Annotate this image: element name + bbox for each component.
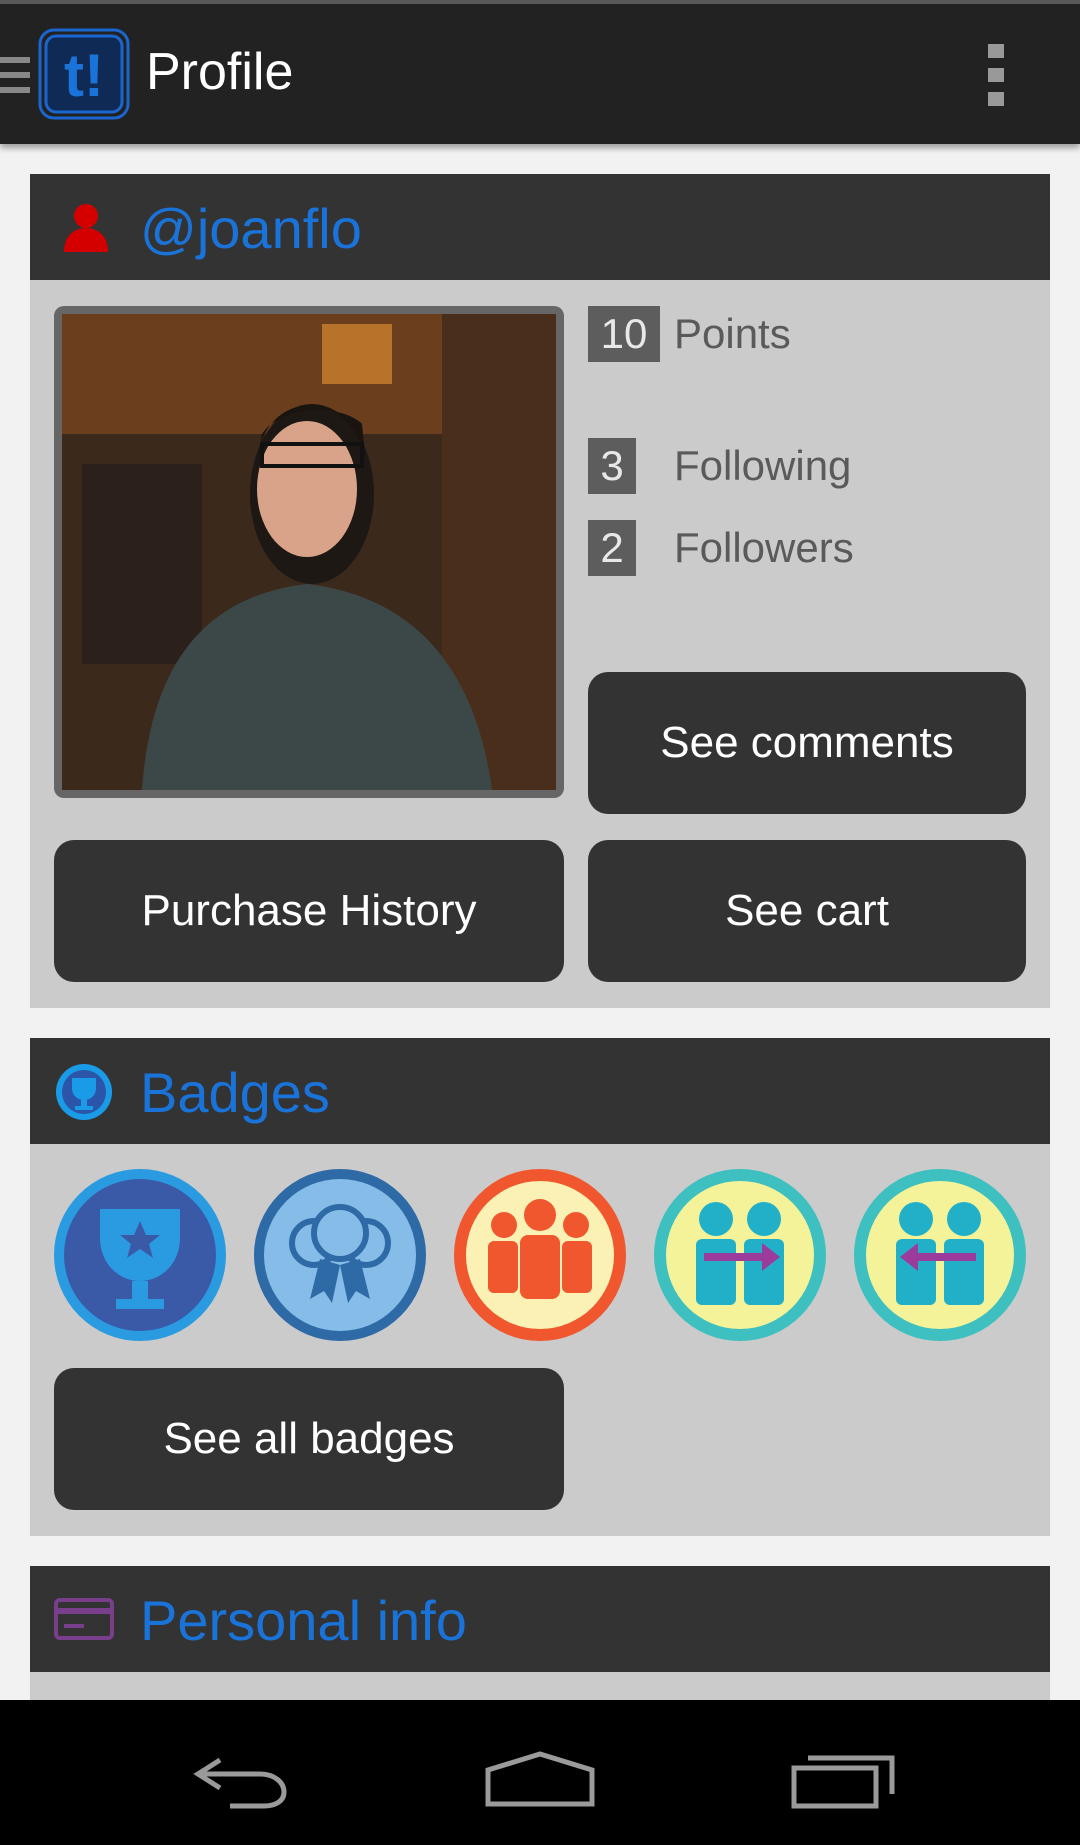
see-all-badges-button[interactable]: See all badges	[54, 1368, 564, 1510]
points-count: 10	[588, 306, 660, 362]
following-stat[interactable]: 3 Following	[588, 438, 851, 494]
credit-card-icon	[54, 1598, 114, 1640]
badges-header: Badges	[30, 1038, 1050, 1144]
following-badge[interactable]	[654, 1169, 826, 1341]
see-cart-button[interactable]: See cart	[588, 840, 1026, 982]
personal-info-header[interactable]: Personal info	[30, 1566, 1050, 1672]
trophy-badge[interactable]	[54, 1169, 226, 1341]
following-count: 3	[588, 438, 636, 494]
trophy-icon	[56, 1064, 112, 1120]
see-comments-button[interactable]: See comments	[588, 672, 1026, 814]
purchase-history-button[interactable]: Purchase History	[54, 840, 564, 982]
profile-photo[interactable]	[62, 314, 556, 790]
following-label: Following	[674, 442, 852, 489]
personal-info-body	[30, 1672, 1050, 1700]
followers-stat[interactable]: 2 Followers	[588, 520, 854, 576]
badges-title: Badges	[140, 1061, 330, 1124]
group-badge[interactable]	[454, 1169, 626, 1341]
overflow-menu-icon[interactable]	[988, 44, 1004, 106]
recent-apps-icon[interactable]	[790, 1750, 896, 1810]
page-title: Profile	[146, 43, 294, 101]
personal-info-title: Personal info	[140, 1589, 467, 1652]
user-icon	[64, 204, 108, 252]
navigation-bar	[0, 1700, 1080, 1845]
logo-text: t!	[64, 42, 104, 109]
points-stat: 10 Points	[588, 306, 791, 362]
app-logo[interactable]: t!	[36, 26, 132, 122]
followers-count: 2	[588, 520, 636, 576]
back-icon[interactable]	[190, 1750, 290, 1810]
drawer-icon[interactable]	[0, 57, 30, 97]
badges-card-body: See all badges	[30, 1144, 1050, 1536]
profile-card-body: 10 Points 3 Following 2 Followers See co…	[30, 280, 1050, 1008]
points-label: Points	[674, 310, 791, 357]
profile-photo-frame	[54, 306, 564, 798]
ribbons-badge[interactable]	[254, 1169, 426, 1341]
followers-badge[interactable]	[854, 1169, 1026, 1341]
profile-header: @joanflo	[30, 174, 1050, 280]
action-bar: t! Profile	[0, 4, 1080, 144]
home-icon[interactable]	[484, 1750, 596, 1810]
followers-label: Followers	[674, 524, 854, 571]
username: @joanflo	[140, 197, 362, 260]
